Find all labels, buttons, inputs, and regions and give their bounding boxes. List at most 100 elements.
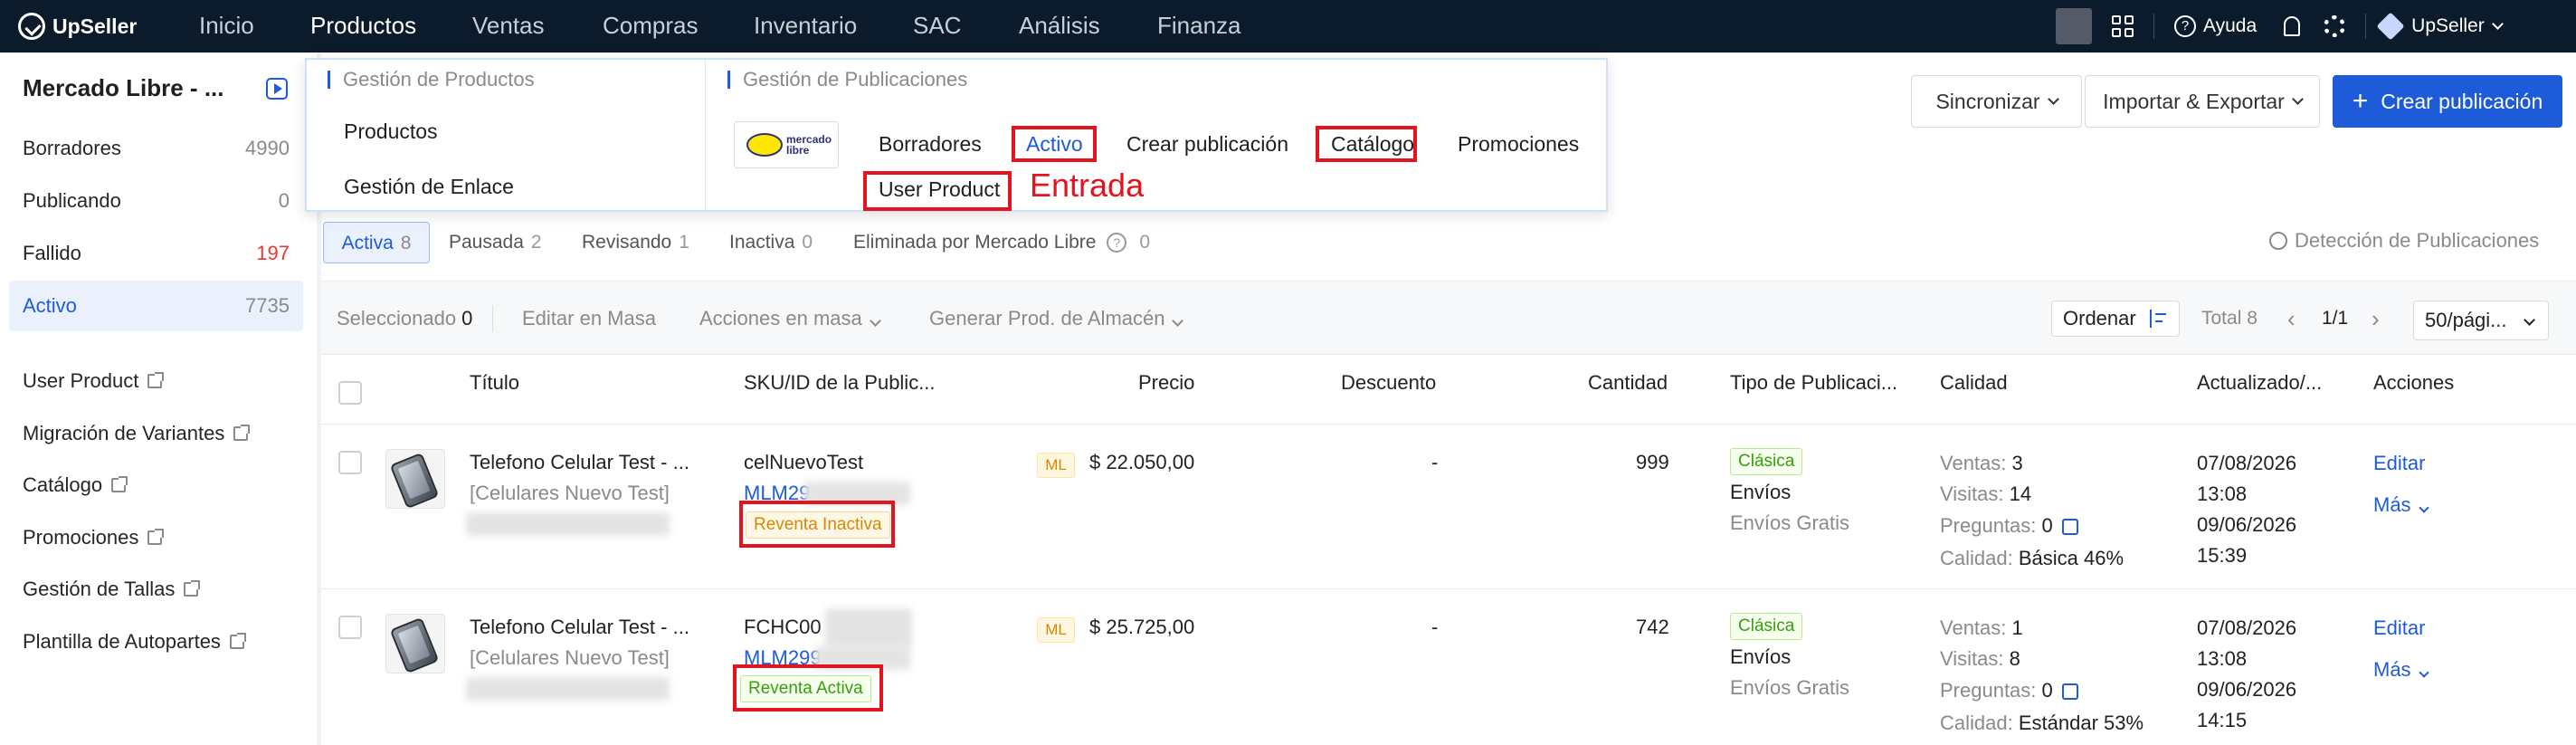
tab-activa[interactable]: Activa 8 — [323, 222, 430, 263]
gear-icon[interactable] — [2324, 15, 2346, 37]
nav-inventario[interactable]: Inventario — [754, 0, 857, 53]
more-dropdown[interactable]: Más — [2373, 493, 2429, 517]
quantity: 742 — [1636, 616, 1669, 638]
chevron-down-icon — [869, 315, 881, 327]
sync-button[interactable]: Sincronizar — [1911, 75, 2082, 128]
row-checkbox[interactable] — [338, 616, 362, 639]
import-export-button[interactable]: Importar & Exportar — [2085, 75, 2320, 128]
apps-grid-icon[interactable] — [2112, 15, 2134, 37]
redacted-text — [466, 677, 670, 701]
sidebar-item-borradores[interactable]: Borradores 4990 — [9, 123, 303, 174]
nav-sac[interactable]: SAC — [913, 0, 961, 53]
tab-eliminada[interactable]: Eliminada por Mercado Libre ? 0 — [853, 222, 1150, 263]
upseller-logo-icon — [18, 13, 45, 40]
sidebar-item-label: Fallido — [23, 242, 81, 264]
quantity: 999 — [1636, 451, 1669, 473]
col-sku[interactable]: SKU/ID de la Public... — [744, 371, 936, 395]
external-link-icon — [233, 425, 251, 441]
sidebar-link-label: Gestión de Tallas — [23, 578, 176, 600]
import-export-label: Importar & Exportar — [2103, 89, 2285, 113]
questions-view-icon[interactable] — [2061, 519, 2078, 536]
nav-finanza[interactable]: Finanza — [1157, 0, 1241, 53]
account-menu[interactable]: UpSeller — [2376, 12, 2504, 41]
phone-image — [389, 616, 440, 673]
help-button[interactable]: ? Ayuda — [2174, 15, 2257, 37]
product-category: [Celulares Nuevo Test] — [470, 646, 670, 669]
shipping-free: Envíos Gratis — [1730, 511, 1850, 534]
shop-avatar[interactable] — [2056, 8, 2092, 44]
select-all-checkbox[interactable] — [338, 381, 362, 405]
col-title[interactable]: Título — [470, 371, 519, 395]
sidebar-link-migracion[interactable]: Migración de Variantes — [23, 422, 251, 445]
questions-stat: Preguntas: 0 — [1940, 514, 2078, 538]
discount: - — [1431, 451, 1439, 473]
sidebar-link-promociones[interactable]: Promociones — [23, 526, 165, 549]
product-title[interactable]: Telefono Celular Test - ... — [470, 451, 689, 474]
app-logo[interactable]: UpSeller — [18, 11, 137, 42]
sidebar-link-autopartes[interactable]: Plantilla de Autopartes — [23, 630, 246, 654]
prev-page-button[interactable]: ‹ — [2287, 301, 2296, 337]
nav-inicio[interactable]: Inicio — [199, 0, 254, 53]
sidebar-item-activo[interactable]: Activo 7735 — [9, 281, 303, 331]
status-badge: Reventa Inactiva — [746, 511, 890, 539]
top-right-tools: ? Ayuda UpSeller — [2056, 0, 2504, 53]
stat-value: 14 — [2009, 482, 2032, 505]
tab-count: 0 — [802, 232, 813, 253]
play-video-icon[interactable] — [266, 78, 288, 100]
col-discount[interactable]: Descuento — [1341, 371, 1436, 395]
shipping: Envíos — [1730, 481, 1792, 503]
sidebar-store-title[interactable]: Mercado Libre - ... — [23, 74, 224, 102]
col-updated[interactable]: Actualizado/... — [2197, 371, 2322, 395]
tab-inactiva[interactable]: Inactiva 0 — [729, 222, 813, 263]
phone-image — [389, 452, 440, 508]
per-page-select[interactable]: 50/pági... — [2413, 301, 2549, 340]
detection-link[interactable]: Detección de Publicaciones — [2269, 229, 2539, 253]
nav-ventas[interactable]: Ventas — [472, 0, 545, 53]
create-listing-button[interactable]: + Crear publicación — [2333, 75, 2562, 128]
col-quality[interactable]: Calidad — [1940, 371, 2008, 395]
nav-analisis[interactable]: Análisis — [1019, 0, 1100, 53]
sort-button[interactable]: Ordenar — [2051, 301, 2180, 337]
nav-compras[interactable]: Compras — [603, 0, 698, 53]
questions-stat: Preguntas: 0 — [1940, 679, 2078, 702]
edit-button[interactable]: Editar — [2373, 452, 2425, 475]
question-circle-icon[interactable]: ? — [1107, 233, 1127, 253]
sidebar-item-count: 0 — [278, 189, 290, 212]
tab-pausada[interactable]: Pausada 2 — [449, 222, 542, 263]
generate-label: Generar Prod. de Almacén — [929, 307, 1165, 330]
sidebar-item-fallido[interactable]: Fallido 197 — [9, 228, 303, 279]
row-checkbox[interactable] — [338, 451, 362, 474]
sidebar-link-catalogo[interactable]: Catálogo — [23, 473, 128, 497]
updated-time: 13:08 — [2197, 647, 2248, 670]
menu-item-crear-publicacion[interactable]: Crear publicación — [1126, 132, 1288, 157]
more-dropdown[interactable]: Más — [2373, 658, 2429, 682]
menu-item-productos[interactable]: Productos — [344, 119, 438, 144]
tab-revisando[interactable]: Revisando 1 — [582, 222, 689, 263]
product-thumbnail[interactable] — [385, 449, 445, 509]
shipping: Envíos — [1730, 645, 1792, 668]
col-price[interactable]: Precio — [1138, 371, 1194, 395]
menu-item-gestion-enlace[interactable]: Gestión de Enlace — [344, 175, 514, 199]
generate-warehouse-dropdown[interactable]: Generar Prod. de Almacén — [929, 282, 1184, 356]
sidebar-item-publicando[interactable]: Publicando 0 — [9, 176, 303, 226]
tab-count: 1 — [679, 232, 689, 253]
bell-icon[interactable] — [2284, 16, 2301, 36]
sidebar-link-user-product[interactable]: User Product — [23, 369, 165, 393]
edit-button[interactable]: Editar — [2373, 616, 2425, 640]
col-quantity[interactable]: Cantidad — [1588, 371, 1668, 395]
stat-label: Visitas: — [1940, 482, 2004, 505]
menu-item-promociones[interactable]: Promociones — [1458, 132, 1579, 157]
product-title[interactable]: Telefono Celular Test - ... — [470, 616, 689, 639]
col-type[interactable]: Tipo de Publicaci... — [1730, 371, 1897, 395]
selected-count: Seleccionado 0 — [337, 282, 472, 356]
questions-view-icon[interactable] — [2061, 683, 2078, 701]
stat-label: Visitas: — [1940, 647, 2004, 670]
nav-productos[interactable]: Productos — [310, 0, 416, 53]
menu-item-borradores[interactable]: Borradores — [879, 132, 982, 157]
next-page-button[interactable]: › — [2372, 301, 2380, 337]
product-thumbnail[interactable] — [385, 614, 445, 673]
bulk-edit-button[interactable]: Editar en Masa — [522, 282, 656, 356]
sidebar-link-tallas[interactable]: Gestión de Tallas — [23, 578, 201, 601]
account-name: UpSeller — [2411, 15, 2485, 36]
bulk-actions-dropdown[interactable]: Acciones en masa — [699, 282, 881, 356]
